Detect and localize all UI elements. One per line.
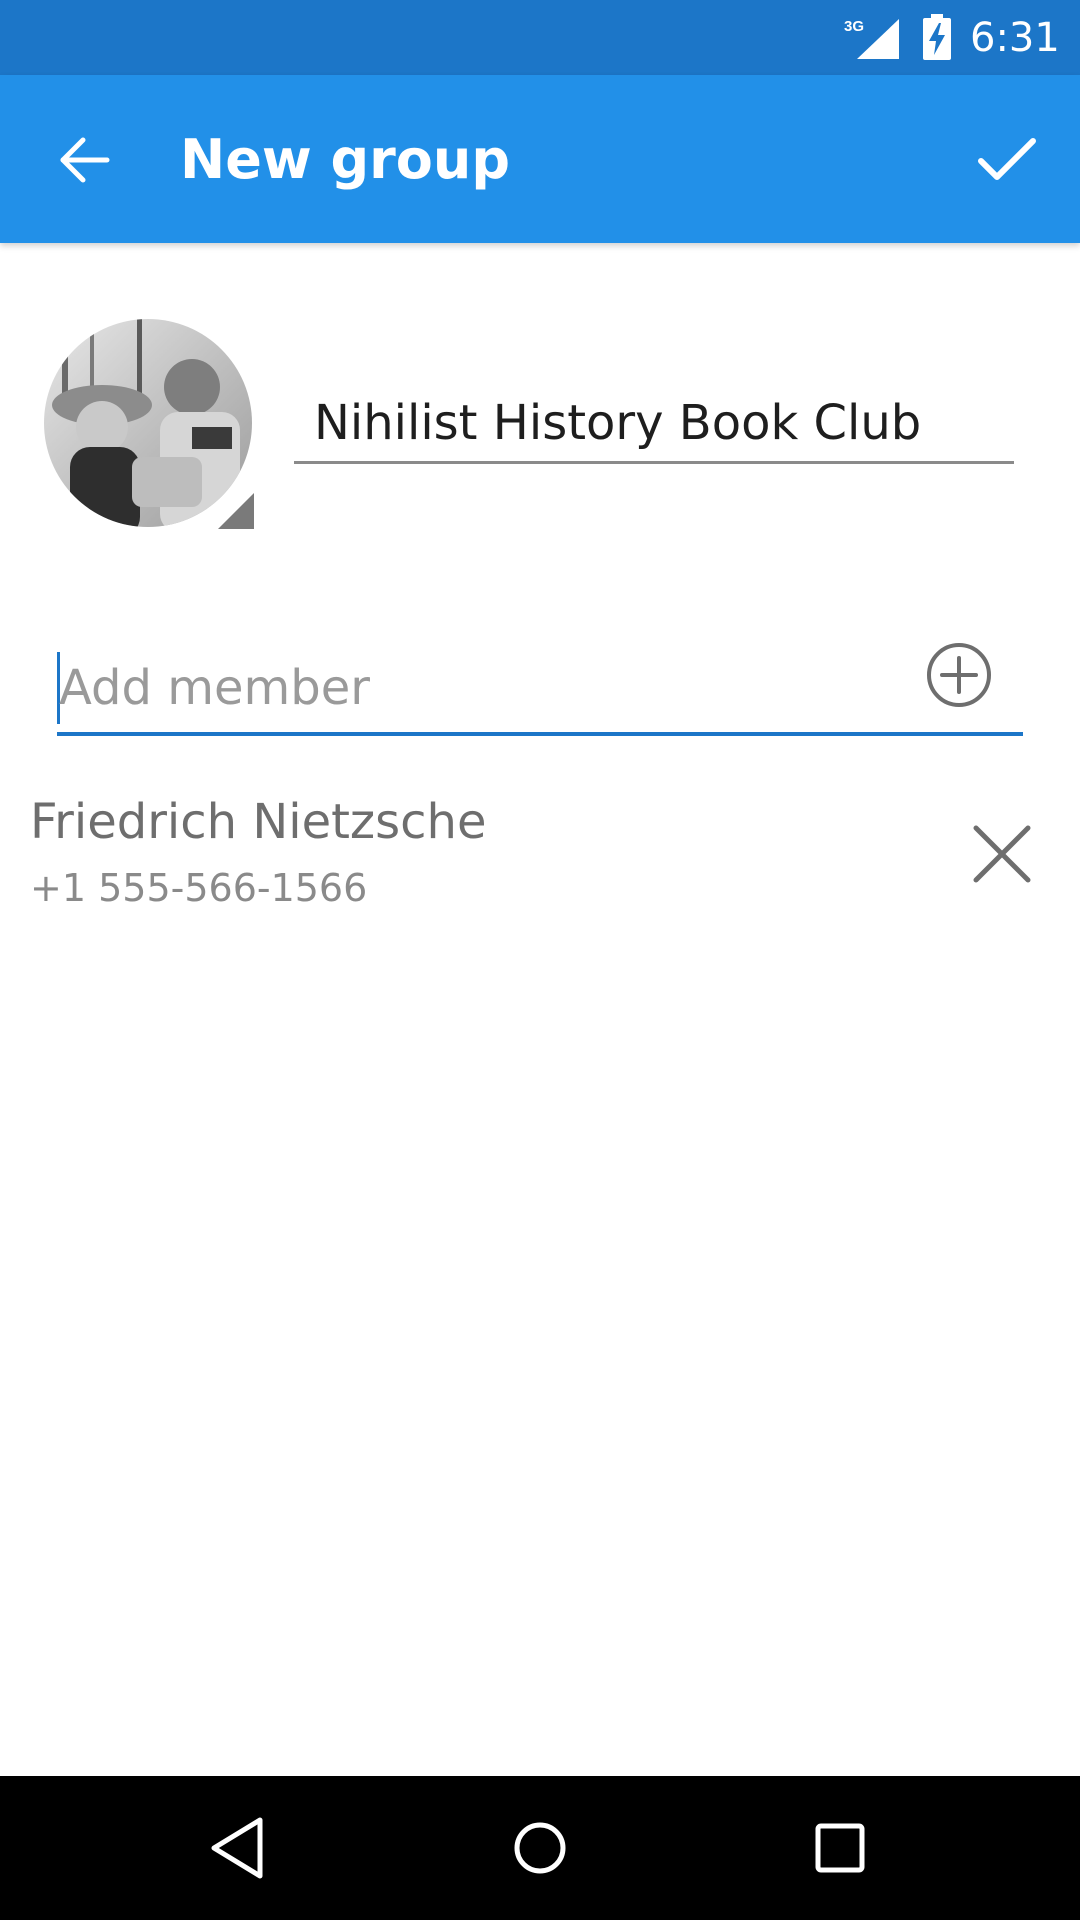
navigation-bar	[0, 1776, 1080, 1920]
group-name-field[interactable]: Nihilist History Book Club	[294, 390, 1014, 464]
add-member-placeholder: Add member	[59, 660, 370, 716]
back-arrow-icon[interactable]	[55, 130, 115, 190]
add-member-input[interactable]: Add member	[57, 650, 1023, 736]
status-bar: 3G 6:31	[0, 0, 1080, 75]
app-bar: New group	[0, 75, 1080, 243]
member-phone: +1 555-566-1566	[30, 866, 368, 910]
status-time: 6:31	[970, 15, 1060, 61]
page-title: New group	[180, 128, 510, 191]
svg-text:3G: 3G	[844, 18, 864, 35]
nav-recents-icon[interactable]	[802, 1810, 878, 1886]
member-name: Friedrich Nietzsche	[30, 794, 487, 850]
nav-back-icon[interactable]	[202, 1810, 278, 1886]
signal-3g-icon: 3G	[844, 18, 899, 59]
group-photo-avatar[interactable]	[42, 317, 254, 529]
remove-x-icon[interactable]	[970, 822, 1034, 886]
list-item: Friedrich Nietzsche +1 555-566-1566	[0, 780, 1080, 920]
add-circle-icon[interactable]	[924, 640, 994, 710]
battery-charging-icon	[923, 14, 951, 60]
check-icon[interactable]	[975, 127, 1039, 191]
nav-home-icon[interactable]	[502, 1810, 578, 1886]
